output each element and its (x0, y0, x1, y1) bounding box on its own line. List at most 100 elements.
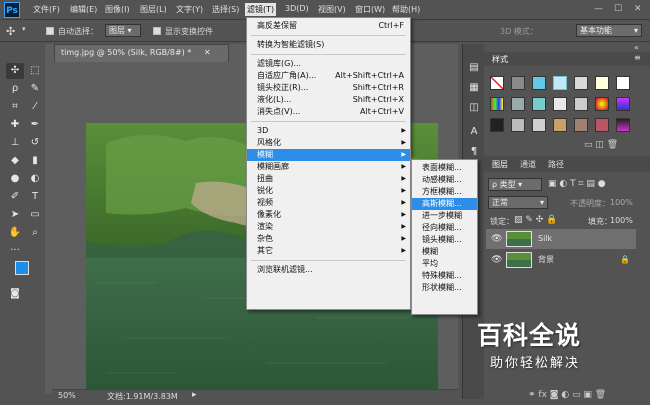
style-swatch[interactable] (511, 97, 525, 111)
menu-item[interactable]: 平均 (412, 258, 477, 270)
menu-item[interactable]: 高反差保留 Ctrl+F (247, 20, 410, 32)
marquee-tool[interactable]: ⬚ (26, 63, 44, 79)
move-tool-icon[interactable]: ✣ (6, 25, 15, 38)
style-swatch[interactable] (574, 97, 588, 111)
menu-item[interactable]: 滤镜库(G)... (247, 58, 410, 70)
clone-stamp-tool[interactable]: ⊥ (6, 135, 24, 151)
visibility-eye-icon[interactable]: 👁 (491, 250, 502, 270)
menu-file[interactable]: 文件(F) (33, 4, 60, 15)
menu-select[interactable]: 选择(S) (212, 4, 239, 15)
style-swatch[interactable] (532, 118, 546, 132)
gradient-tool[interactable]: ▮ (26, 153, 44, 169)
tab-channels[interactable]: 通道 (520, 159, 536, 170)
style-swatch[interactable] (574, 76, 588, 90)
menu-edit[interactable]: 编辑(E) (70, 4, 97, 15)
menu-item[interactable]: 镜头模糊... (412, 234, 477, 246)
opacity-value[interactable]: 100% (610, 198, 633, 207)
visibility-eye-icon[interactable]: 👁 (491, 229, 502, 249)
style-swatch[interactable] (595, 76, 609, 90)
menu-item[interactable]: 转换为智能滤镜(S) (247, 39, 410, 51)
tab-paths[interactable]: 路径 (548, 159, 564, 170)
layer-row-background[interactable]: 👁 背景 🔒 (486, 250, 636, 270)
auto-select-checkbox[interactable] (46, 27, 54, 35)
style-swatch[interactable] (553, 118, 567, 132)
menu-item[interactable]: 3D ▶ (247, 125, 410, 137)
layer-name[interactable]: 背景 (538, 250, 554, 270)
workspace-dropdown[interactable]: 基本功能 ▾ (576, 24, 642, 37)
menu-item[interactable]: 模糊 (412, 246, 477, 258)
layer-filter-dropdown[interactable]: ρ 类型 ▾ (488, 178, 542, 191)
hand-tool[interactable]: ✋ (6, 225, 24, 241)
menu-item[interactable]: 径向模糊... (412, 222, 477, 234)
tab-layers[interactable]: 图层 (492, 159, 508, 170)
zoom-tool[interactable]: ⌕ (26, 225, 44, 241)
blur-tool[interactable]: ● (6, 171, 24, 187)
quick-mask-icon[interactable]: ◙ (6, 286, 24, 302)
style-swatch[interactable] (532, 76, 546, 90)
panel-menu-icon[interactable]: ≡ (634, 53, 641, 62)
menu-item[interactable]: 进一步模糊 (412, 210, 477, 222)
menu-item[interactable]: 渲染 ▶ (247, 221, 410, 233)
menu-item[interactable]: 消失点(V)... Alt+Ctrl+V (247, 106, 410, 118)
properties-panel-icon[interactable]: ▦ (465, 80, 483, 96)
adjustments-panel-icon[interactable]: ◫ (465, 100, 483, 116)
menu-help[interactable]: 帮助(H) (392, 4, 420, 15)
menu-item[interactable]: 浏览联机滤镜... (247, 264, 410, 276)
history-panel-icon[interactable]: ▤ (465, 60, 483, 76)
layer-row-silk[interactable]: 👁 Silk (486, 229, 636, 249)
style-swatch[interactable] (511, 76, 525, 90)
style-swatch[interactable] (616, 97, 630, 111)
layers-footer-buttons[interactable]: ⚭ fx ◙ ◐ ▭ ▣ 🗑 (528, 390, 606, 400)
tab-styles[interactable]: 样式 (492, 54, 508, 65)
menu-view[interactable]: 视图(V) (318, 4, 346, 15)
menu-item[interactable]: 其它 ▶ (247, 245, 410, 257)
menu-item[interactable]: 自适应广角(A)... Alt+Shift+Ctrl+A (247, 70, 410, 82)
lasso-tool[interactable]: ρ (6, 81, 24, 97)
style-swatch-none[interactable] (490, 76, 504, 90)
style-swatch[interactable] (616, 76, 630, 90)
edit-toolbar-icon[interactable]: ··· (6, 243, 24, 259)
menu-item[interactable]: 像素化 ▶ (247, 209, 410, 221)
move-tool[interactable]: ✣ (6, 63, 24, 79)
path-select-tool[interactable]: ➤ (6, 207, 24, 223)
menu-item[interactable]: 高斯模糊... (412, 198, 477, 210)
menu-item[interactable]: 表面模糊... (412, 162, 477, 174)
menu-item[interactable]: 视频 ▶ (247, 197, 410, 209)
menu-item[interactable]: 形状模糊... (412, 282, 477, 294)
pen-tool[interactable]: ✐ (6, 189, 24, 205)
menu-item[interactable]: 锐化 ▶ (247, 185, 410, 197)
quick-select-tool[interactable]: ✎ (26, 81, 44, 97)
dodge-tool[interactable]: ◐ (26, 171, 44, 187)
style-swatch[interactable] (595, 97, 609, 111)
document-tab[interactable]: timg.jpg @ 50% (Silk, RGB/8#) * ✕ (54, 44, 229, 62)
maximize-button[interactable]: ☐ (614, 4, 622, 14)
menu-item[interactable]: 模糊画廊 ▶ (247, 161, 410, 173)
style-swatch[interactable] (574, 118, 588, 132)
style-swatch[interactable] (553, 76, 567, 90)
auto-select-dropdown[interactable]: 图层 ▾ (105, 24, 141, 37)
menu-item[interactable]: 镜头校正(R)... Shift+Ctrl+R (247, 82, 410, 94)
paragraph-panel-icon[interactable]: ¶ (465, 144, 483, 160)
menu-item[interactable]: 杂色 ▶ (247, 233, 410, 245)
menu-item[interactable]: 液化(L)... Shift+Ctrl+X (247, 94, 410, 106)
chevron-down-icon[interactable]: ▾ (22, 25, 26, 33)
style-swatch[interactable] (595, 118, 609, 132)
menu-item[interactable]: 扭曲 ▶ (247, 173, 410, 185)
style-swatch[interactable] (532, 97, 546, 111)
collapse-panels-icon[interactable]: « (634, 43, 639, 52)
type-tool[interactable]: T (26, 189, 44, 205)
zoom-level[interactable]: 50% (58, 391, 76, 400)
fill-value[interactable]: 100% (610, 216, 633, 225)
styles-panel-buttons[interactable]: ▭ ◫ 🗑 (584, 140, 618, 150)
healing-brush-tool[interactable]: ✚ (6, 117, 24, 133)
style-swatch[interactable] (553, 97, 567, 111)
foreground-color-swatch[interactable] (15, 261, 29, 275)
menu-item[interactable]: 方框模糊... (412, 186, 477, 198)
menu-window[interactable]: 窗口(W) (355, 4, 385, 15)
menu-item[interactable]: 动感模糊... (412, 174, 477, 186)
style-swatch[interactable] (616, 118, 630, 132)
shape-tool[interactable]: ▭ (26, 207, 44, 223)
blend-mode-dropdown[interactable]: 正常 ▾ (488, 196, 548, 209)
menu-item[interactable]: 特殊模糊... (412, 270, 477, 282)
style-swatch[interactable] (490, 97, 504, 111)
